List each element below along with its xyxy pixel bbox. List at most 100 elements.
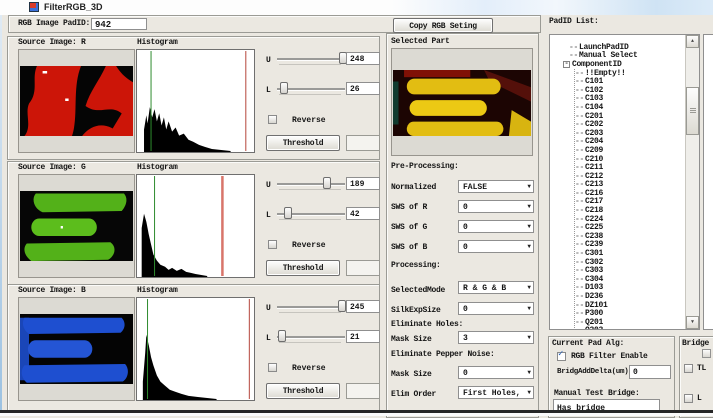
tree-item[interactable]: --DZ101: [575, 301, 685, 310]
u-slider-track[interactable]: [277, 58, 345, 61]
tree-item[interactable]: --Q201: [575, 318, 685, 327]
silk-exp-size-label: SilkExpSize: [391, 306, 441, 315]
u-value-field[interactable]: 245: [346, 300, 380, 313]
dropdown-arrow-icon[interactable]: ▼: [527, 305, 531, 313]
dropdown-arrow-icon[interactable]: ▼: [527, 243, 531, 251]
sws-r-combo[interactable]: 0▼: [458, 200, 534, 213]
tree-item[interactable]: --C301: [575, 249, 685, 258]
l-slider-thumb[interactable]: [284, 207, 292, 219]
tree-item[interactable]: --D103: [575, 284, 685, 293]
tree-item[interactable]: --C209: [575, 146, 685, 155]
current-pad-alg-title: Current Pad Alg:: [552, 339, 624, 348]
u-label: U: [266, 181, 271, 190]
tree-item[interactable]: -ComponentID: [563, 60, 685, 69]
tree-item[interactable]: --C303: [575, 266, 685, 275]
scrollbar-thumb[interactable]: [686, 87, 699, 135]
tree-item[interactable]: --C201: [575, 112, 685, 121]
threshold-button[interactable]: Threshold: [266, 260, 340, 276]
tree-item[interactable]: --C203: [575, 129, 685, 138]
reverse-checkbox[interactable]: [268, 115, 277, 124]
title-bar: FilterRGB_3D: [0, 0, 713, 15]
bridge-l-checkbox[interactable]: [684, 394, 693, 403]
dropdown-arrow-icon[interactable]: ▼: [527, 369, 531, 377]
scroll-down-button[interactable]: ▼: [686, 316, 699, 329]
tree-item[interactable]: --LaunchPadID: [569, 43, 685, 52]
threshold-button[interactable]: Threshold: [266, 383, 340, 399]
tree-item[interactable]: --C204: [575, 138, 685, 147]
tree-item[interactable]: --C238: [575, 232, 685, 241]
l-value-field[interactable]: 26: [346, 82, 380, 95]
tree-item[interactable]: --!!Empty!!: [575, 69, 685, 78]
tree-item[interactable]: --C224: [575, 215, 685, 224]
u-slider[interactable]: [277, 300, 345, 314]
l-slider[interactable]: [277, 82, 345, 96]
tree-item[interactable]: --P300: [575, 309, 685, 318]
tree-scrollbar[interactable]: ▲ ▼: [685, 35, 699, 329]
dropdown-arrow-icon[interactable]: ▼: [527, 223, 531, 231]
l-value-field[interactable]: 42: [346, 207, 380, 220]
tree-item[interactable]: --C239: [575, 241, 685, 250]
l-slider[interactable]: [277, 207, 345, 221]
sws-b-combo[interactable]: 0▼: [458, 240, 534, 253]
bridge-checkbox-partial[interactable]: [702, 349, 711, 358]
tree-item[interactable]: --C202: [575, 120, 685, 129]
u-slider-track[interactable]: [277, 306, 345, 309]
collapse-minus-icon[interactable]: -: [563, 61, 570, 68]
tree-item[interactable]: --C210: [575, 155, 685, 164]
tree-item[interactable]: --C104: [575, 103, 685, 112]
tree-item[interactable]: --C213: [575, 181, 685, 190]
selected-mode-combo[interactable]: R & G & B▼: [458, 281, 534, 294]
tree-item[interactable]: --C225: [575, 223, 685, 232]
panel-title: Source Image: B: [18, 286, 86, 295]
l-slider-thumb[interactable]: [278, 330, 286, 342]
normalized-combo[interactable]: FALSE▼: [458, 180, 534, 193]
tree-item[interactable]: --C217: [575, 198, 685, 207]
reverse-checkbox[interactable]: [268, 363, 277, 372]
l-slider-thumb[interactable]: [280, 82, 288, 94]
tree-item[interactable]: --C302: [575, 258, 685, 267]
down-arrow-icon: ▼: [691, 319, 694, 325]
reverse-label: Reverse: [292, 116, 326, 125]
reverse-checkbox[interactable]: [268, 240, 277, 249]
bridge-l-label: L: [697, 394, 702, 403]
silk-exp-size-combo[interactable]: 0▼: [458, 302, 534, 315]
threshold-button[interactable]: Threshold: [266, 135, 340, 151]
u-value-field[interactable]: 189: [346, 177, 380, 190]
dropdown-arrow-icon[interactable]: ▼: [527, 334, 531, 342]
tree-item[interactable]: --C218: [575, 206, 685, 215]
tree-item[interactable]: --C101: [575, 77, 685, 86]
l-value-field[interactable]: 21: [346, 330, 380, 343]
tree-item-label: Q202: [585, 326, 603, 330]
rgb-filter-enable-checkbox[interactable]: ✓: [557, 352, 566, 361]
elim-order-combo[interactable]: First Holes,▼: [458, 386, 534, 399]
u-value-field[interactable]: 248: [346, 52, 380, 65]
tree-item[interactable]: --C102: [575, 86, 685, 95]
bridge-add-delta-field[interactable]: 0: [629, 365, 671, 379]
mask-size-1-combo[interactable]: 3▼: [458, 331, 534, 344]
tree-item[interactable]: --C216: [575, 189, 685, 198]
tree-item[interactable]: --C211: [575, 163, 685, 172]
dropdown-arrow-icon[interactable]: ▼: [527, 284, 531, 292]
dropdown-arrow-icon[interactable]: ▼: [527, 389, 531, 397]
u-label: U: [266, 304, 271, 313]
mask-size-2-combo[interactable]: 0▼: [458, 366, 534, 379]
dropdown-arrow-icon[interactable]: ▼: [527, 203, 531, 211]
l-slider[interactable]: [277, 330, 345, 344]
padid-value-field[interactable]: 942: [91, 18, 147, 30]
u-slider-thumb[interactable]: [323, 177, 331, 189]
tree-item[interactable]: --C212: [575, 172, 685, 181]
bridge-tl-checkbox[interactable]: [684, 364, 693, 373]
copy-rgb-setting-button[interactable]: Copy RGB Seting: [393, 18, 493, 33]
tree-item[interactable]: --C103: [575, 95, 685, 104]
u-slider-track[interactable]: [277, 183, 345, 186]
u-slider[interactable]: [277, 177, 345, 191]
u-slider[interactable]: [277, 52, 345, 66]
tree-item[interactable]: --Q202: [575, 327, 685, 330]
tree-item[interactable]: --Manual Select: [569, 52, 685, 61]
sws-g-combo[interactable]: 0▼: [458, 220, 534, 233]
scroll-up-button[interactable]: ▲: [686, 35, 699, 48]
tree-item[interactable]: --D236: [575, 292, 685, 301]
tree-item[interactable]: --C304: [575, 275, 685, 284]
l-slider-track[interactable]: [277, 336, 345, 339]
dropdown-arrow-icon[interactable]: ▼: [527, 183, 531, 191]
